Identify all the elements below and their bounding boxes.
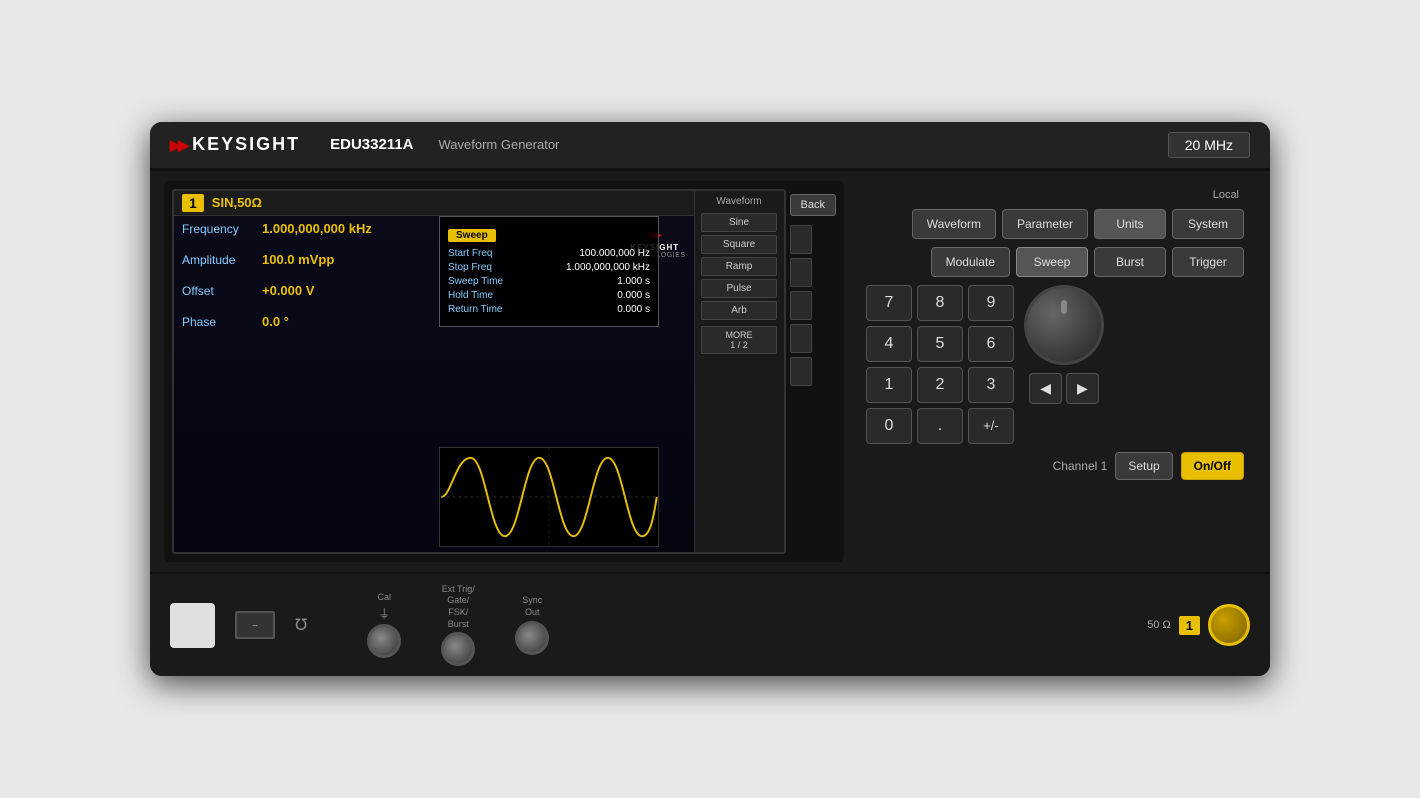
impedance-label: 50 Ω: [1147, 619, 1171, 631]
ext-trig-bnc[interactable]: [441, 632, 475, 666]
cal-bnc[interactable]: [367, 624, 401, 658]
sweep-overlay: Sweep Start Freq 100.000,000 Hz Stop Fre…: [439, 216, 659, 327]
bottom-panel: ⎯ ℧ Cal ⏚ Ext Trig/Gate/FSK/Burst SyncOu…: [150, 572, 1270, 677]
channel-label: Channel 1: [1053, 459, 1108, 473]
ch1-output-bnc[interactable]: [1208, 604, 1250, 646]
num-1[interactable]: 1: [866, 367, 912, 403]
screen-display: 1 SIN,50Ω ⎯ ⛶ OFF ▸▸ KEYSIGHT TECHNOLOGI…: [174, 191, 784, 552]
num-5[interactable]: 5: [917, 326, 963, 362]
units-button[interactable]: Units: [1094, 209, 1166, 239]
waveform-side-panel: Waveform Sine Square Ramp Pulse Arb MORE…: [694, 191, 784, 552]
control-section: Local Waveform Parameter Units System Mo…: [854, 181, 1256, 562]
nav-btn-1[interactable]: [790, 225, 812, 254]
mode-button-row: Modulate Sweep Burst Trigger: [866, 247, 1244, 277]
instrument-body: ▸▸ KEYSIGHT EDU33211A Waveform Generator…: [150, 122, 1270, 677]
params-area: Frequency 1.000,000,000 kHz Amplitude 10…: [182, 221, 432, 345]
ext-trig-connector: Ext Trig/Gate/FSK/Burst: [441, 584, 475, 667]
knob-area: ◀ ▶: [1024, 285, 1104, 404]
arrow-right-button[interactable]: ▶: [1066, 373, 1099, 404]
rotary-knob[interactable]: [1024, 285, 1104, 365]
channel-badge: 1: [182, 194, 204, 212]
logo-chevron-icon: ▸▸: [170, 132, 186, 158]
burst-button[interactable]: Burst: [1094, 247, 1166, 277]
ground-symbol-icon: ⏚: [378, 605, 390, 622]
frequency-badge: 20 MHz: [1168, 132, 1250, 158]
modulate-button[interactable]: Modulate: [931, 247, 1010, 277]
ramp-btn-screen[interactable]: Ramp: [701, 257, 777, 276]
setup-button[interactable]: Setup: [1115, 452, 1172, 480]
sweep-stop-freq: Stop Freq 1.000,000,000 kHz: [448, 262, 650, 273]
system-button[interactable]: System: [1172, 209, 1244, 239]
nav-btn-2[interactable]: [790, 258, 812, 287]
local-label: Local: [866, 189, 1244, 201]
sweep-time: Sweep Time 1.000 s: [448, 276, 650, 287]
power-button[interactable]: [170, 603, 215, 648]
sync-out-connector: SyncOut: [515, 595, 549, 654]
top-button-row: Waveform Parameter Units System: [866, 209, 1244, 239]
trigger-button[interactable]: Trigger: [1172, 247, 1244, 277]
sync-out-label: SyncOut: [522, 595, 542, 618]
onoff-button[interactable]: On/Off: [1181, 452, 1244, 480]
sweep-button[interactable]: Sweep: [1016, 247, 1088, 277]
num-6[interactable]: 6: [968, 326, 1014, 362]
num-4[interactable]: 4: [866, 326, 912, 362]
cal-label: Cal: [377, 592, 391, 603]
num-8[interactable]: 8: [917, 285, 963, 321]
waveform-button[interactable]: Waveform: [912, 209, 996, 239]
square-btn-screen[interactable]: Square: [701, 235, 777, 254]
instrument-type: Waveform Generator: [439, 137, 560, 152]
usb-a-port[interactable]: ⎯: [235, 611, 275, 639]
sweep-tab-label: Sweep: [448, 229, 496, 242]
num-decimal[interactable]: .: [917, 408, 963, 444]
sweep-start-freq: Start Freq 100.000,000 Hz: [448, 248, 650, 259]
keysight-logo: ▸▸ KEYSIGHT: [170, 132, 300, 158]
param-frequency: Frequency 1.000,000,000 kHz: [182, 221, 432, 236]
return-time: Return Time 0.000 s: [448, 304, 650, 315]
more-btn-screen[interactable]: MORE1 / 2: [701, 326, 777, 354]
num-3[interactable]: 3: [968, 367, 1014, 403]
waveform-preview: [439, 447, 659, 547]
sync-out-bnc[interactable]: [515, 621, 549, 655]
num-2[interactable]: 2: [917, 367, 963, 403]
arrow-button-group: ◀ ▶: [1029, 373, 1099, 404]
back-button[interactable]: Back: [790, 194, 836, 216]
arrow-left-button[interactable]: ◀: [1029, 373, 1062, 404]
num-9[interactable]: 9: [968, 285, 1014, 321]
channel-section: Channel 1 Setup On/Off: [866, 452, 1244, 480]
waveform-panel-title: Waveform: [716, 196, 761, 207]
nav-btn-3[interactable]: [790, 291, 812, 320]
model-number: EDU33211A: [330, 136, 413, 153]
param-offset: Offset +0.000 V: [182, 283, 432, 298]
nav-btn-5[interactable]: [790, 357, 812, 386]
nav-btn-4[interactable]: [790, 324, 812, 353]
numpad-grid: 7 8 9 4 5 6 1 2 3 0 . +/-: [866, 285, 1014, 444]
hold-time: Hold Time 0.000 s: [448, 290, 650, 301]
usb-symbol-icon: ℧: [295, 615, 307, 635]
brand-name: KEYSIGHT: [192, 134, 300, 155]
numpad-area: 7 8 9 4 5 6 1 2 3 0 . +/- ◀: [866, 285, 1244, 444]
signal-type: SIN,50Ω: [212, 195, 262, 210]
param-amplitude: Amplitude 100.0 mVpp: [182, 252, 432, 267]
cal-connector: Cal ⏚: [367, 592, 401, 658]
num-7[interactable]: 7: [866, 285, 912, 321]
parameter-button[interactable]: Parameter: [1002, 209, 1088, 239]
top-panel: ▸▸ KEYSIGHT EDU33211A Waveform Generator…: [150, 122, 1270, 171]
num-plusminus[interactable]: +/-: [968, 408, 1014, 444]
sine-btn-screen[interactable]: Sine: [701, 213, 777, 232]
pulse-btn-screen[interactable]: Pulse: [701, 279, 777, 298]
ext-trig-label: Ext Trig/Gate/FSK/Burst: [442, 584, 475, 631]
arb-btn-screen[interactable]: Arb: [701, 301, 777, 320]
param-phase: Phase 0.0 °: [182, 314, 432, 329]
ch1-output-badge: 1: [1179, 616, 1200, 635]
num-0[interactable]: 0: [866, 408, 912, 444]
